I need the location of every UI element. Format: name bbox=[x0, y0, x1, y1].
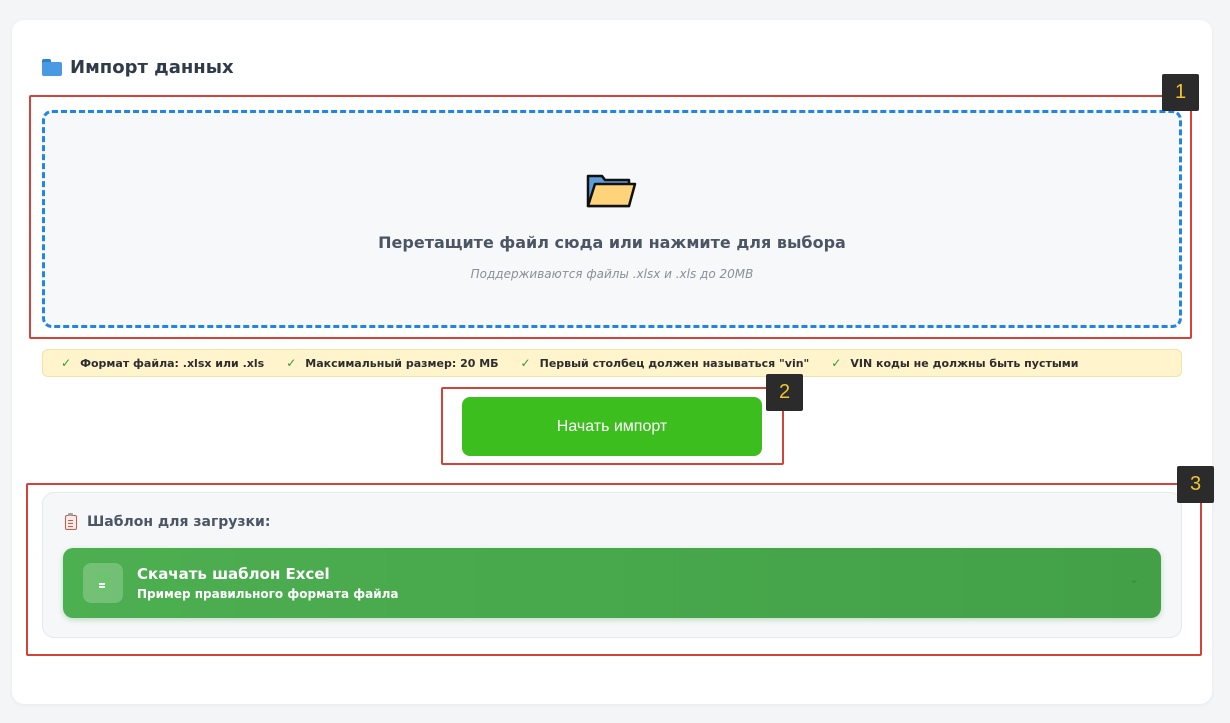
requirement-text: Максимальный размер: 20 МБ bbox=[305, 356, 499, 370]
file-dropzone[interactable] bbox=[42, 110, 1182, 328]
check-icon: ✓ bbox=[61, 356, 72, 370]
requirement-item: ✓ Первый столбец должен называться "vin" bbox=[521, 356, 810, 370]
requirement-text: Первый столбец должен называться "vin" bbox=[539, 356, 810, 370]
folder-icon bbox=[42, 58, 62, 76]
page-title-text: Импорт данных bbox=[70, 56, 234, 78]
annotation-label-3: 3 bbox=[1177, 466, 1214, 503]
open-folder-icon bbox=[586, 174, 637, 208]
template-heading-text: Шаблон для загрузки: bbox=[87, 514, 271, 530]
requirement-item: ✓ Формат файла: .xlsx или .xls bbox=[61, 356, 264, 370]
requirement-text: Формат файла: .xlsx или .xls bbox=[80, 356, 265, 370]
dropzone-subtitle: Поддерживаются файлы .xlsx и .xls до 20M… bbox=[470, 267, 754, 281]
page-title: Импорт данных bbox=[42, 55, 234, 79]
start-import-button[interactable]: Начать импорт bbox=[462, 397, 762, 456]
requirement-item: ✓ Максимальный размер: 20 МБ bbox=[286, 356, 498, 370]
download-subtitle: Пример правильного формата файла bbox=[137, 587, 399, 601]
chevron-down-icon: ⌄ bbox=[1128, 572, 1139, 586]
check-icon: ✓ bbox=[286, 356, 297, 370]
requirement-text: VIN коды не должны быть пустыми bbox=[850, 356, 1079, 370]
requirement-item: ✓ VIN коды не должны быть пустыми bbox=[831, 356, 1078, 370]
dropzone-title: Перетащите файл сюда или нажмите для выб… bbox=[378, 233, 846, 252]
clipboard-icon bbox=[65, 512, 77, 530]
download-template-button[interactable]: Скачать шаблон Excel Пример правильного … bbox=[63, 548, 1161, 618]
document-icon bbox=[96, 574, 110, 592]
check-icon: ✓ bbox=[831, 356, 842, 370]
document-icon-container bbox=[83, 563, 123, 603]
annotation-label-1: 1 bbox=[1162, 74, 1199, 111]
requirements-bar: ✓ Формат файла: .xlsx или .xls ✓ Максима… bbox=[42, 349, 1182, 377]
check-icon: ✓ bbox=[520, 356, 531, 370]
annotation-label-2: 2 bbox=[766, 374, 803, 411]
template-heading: Шаблон для загрузки: bbox=[65, 512, 271, 530]
download-title: Скачать шаблон Excel bbox=[137, 565, 330, 583]
